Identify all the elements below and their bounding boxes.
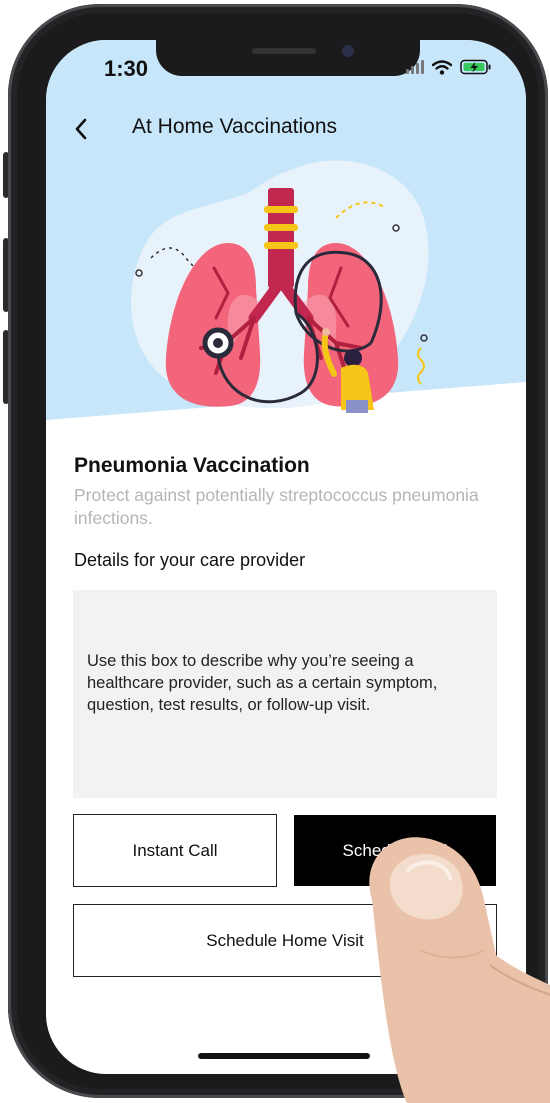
- lungs-stethoscope-illustration: [131, 160, 429, 413]
- notch: [156, 40, 420, 76]
- schedule-call-button[interactable]: Schedule Call: [294, 815, 496, 886]
- front-camera: [342, 45, 354, 57]
- speaker-grille: [252, 48, 316, 54]
- wifi-icon: [432, 59, 452, 75]
- home-indicator: [198, 1053, 370, 1059]
- signal-icon: [406, 60, 424, 74]
- details-label: Details for your care provider: [74, 550, 306, 570]
- status-time: 1:30: [104, 56, 149, 81]
- battery-charging-icon: [460, 59, 491, 75]
- stage: 1:30 At Home Vaccinations Pneumonia Vacc…: [0, 0, 550, 1103]
- vaccine-subtitle: Protect against potentially streptococcu…: [74, 485, 479, 528]
- page-title: At Home Vaccinations: [132, 115, 338, 138]
- schedule-home-visit-button[interactable]: Schedule Home Visit: [73, 904, 497, 977]
- details-placeholder: Use this box to describe why you’re seei…: [87, 652, 438, 714]
- phone-screen: 1:30 At Home Vaccinations Pneumonia Vacc…: [46, 40, 526, 1074]
- vaccine-title: Pneumonia Vaccination: [74, 454, 310, 477]
- instant-call-button[interactable]: Instant Call: [73, 814, 277, 887]
- chevron-left-icon: [75, 118, 87, 140]
- details-input[interactable]: Use this box to describe why you’re seei…: [73, 590, 497, 798]
- back-button[interactable]: [64, 112, 98, 146]
- status-icons: [406, 59, 492, 75]
